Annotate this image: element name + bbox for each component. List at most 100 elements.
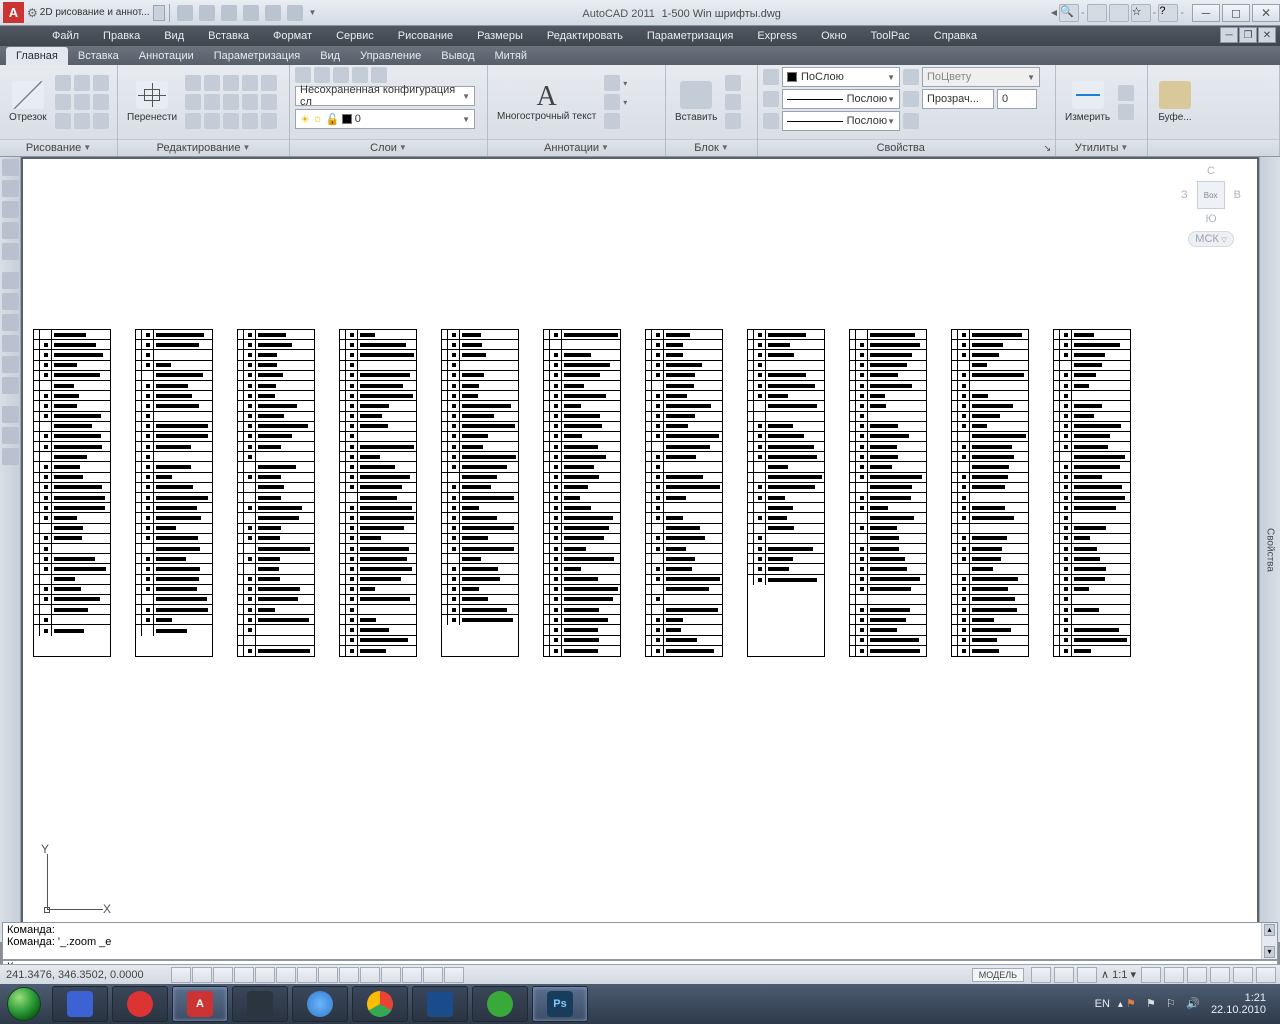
layer-iso-icon[interactable]	[333, 67, 349, 83]
polar-toggle[interactable]	[234, 967, 254, 983]
language-indicator[interactable]: EN	[1087, 998, 1118, 1010]
tab-output[interactable]: Вывод	[431, 47, 484, 65]
transparency-icon[interactable]	[903, 91, 919, 107]
fillet-icon[interactable]	[223, 94, 239, 110]
rotate-icon[interactable]	[204, 75, 220, 91]
tool-find[interactable]	[2, 201, 19, 218]
isolate-objects[interactable]	[1233, 967, 1253, 983]
tool-tcase[interactable]	[2, 448, 19, 465]
layer-off-icon[interactable]	[371, 67, 387, 83]
region-icon[interactable]	[93, 113, 109, 129]
lwt-toggle[interactable]	[360, 967, 380, 983]
taskbar-wordpad[interactable]	[52, 986, 108, 1022]
subscription-icon[interactable]	[1109, 4, 1129, 22]
taskbar-opera[interactable]	[112, 986, 168, 1022]
tray-notification-icon[interactable]: ⚑	[1126, 997, 1140, 1011]
stretch-icon[interactable]	[185, 113, 201, 129]
taskbar-itunes[interactable]	[292, 986, 348, 1022]
3dosnap-toggle[interactable]	[276, 967, 296, 983]
tool-zoom-window[interactable]	[2, 159, 19, 176]
menu-dimension[interactable]: Размеры	[465, 26, 535, 46]
save-icon[interactable]	[221, 5, 237, 21]
tool-pan[interactable]	[2, 180, 19, 197]
anno-scale[interactable]: ∧ 1:1 ▾	[1099, 968, 1138, 981]
print-icon[interactable]	[287, 5, 303, 21]
app-logo[interactable]: A	[3, 2, 24, 23]
model-space-indicator[interactable]: МОДЕЛЬ	[972, 968, 1024, 982]
panel-props-title[interactable]: Свойства↘	[758, 139, 1055, 156]
trim-icon[interactable]	[223, 75, 239, 91]
start-button[interactable]	[0, 984, 48, 1024]
menu-help[interactable]: Справка	[922, 26, 989, 46]
menu-modify[interactable]: Редактировать	[535, 26, 635, 46]
move-button[interactable]: Перенести	[123, 79, 181, 125]
color-combo[interactable]: ПоСлою▼	[782, 67, 900, 87]
plotstyle-icon[interactable]	[903, 69, 919, 85]
menu-express[interactable]: Express	[745, 26, 809, 46]
tool-qtext[interactable]	[2, 243, 19, 260]
doc-close[interactable]: ✕	[1258, 27, 1276, 43]
measure-button[interactable]: Измерить	[1061, 79, 1114, 125]
circle-icon[interactable]	[74, 75, 90, 91]
quickview-drawings[interactable]	[1054, 967, 1074, 983]
edit-block-icon[interactable]	[725, 94, 741, 110]
panel-edit-title[interactable]: Редактирование▼	[118, 139, 289, 156]
tab-view[interactable]: Вид	[310, 47, 350, 65]
mtext-button[interactable]: A Многострочный текст	[493, 81, 600, 124]
paste-button[interactable]: Буфе...	[1153, 79, 1197, 125]
ellipse-icon[interactable]	[74, 94, 90, 110]
view-cube[interactable]: С ЗВохВ Ю МСК ▽	[1181, 165, 1241, 247]
spline-icon[interactable]	[55, 113, 71, 129]
chamfer-icon[interactable]	[242, 94, 258, 110]
ortho-toggle[interactable]	[213, 967, 233, 983]
taskbar-utorrent[interactable]	[472, 986, 528, 1022]
point-icon[interactable]	[74, 113, 90, 129]
clean-screen[interactable]	[1256, 967, 1276, 983]
tool-breakline[interactable]	[2, 356, 19, 373]
select-all-icon[interactable]	[1118, 85, 1134, 101]
mirror-icon[interactable]	[185, 94, 201, 110]
qp-toggle[interactable]	[402, 967, 422, 983]
create-block-icon[interactable]	[725, 75, 741, 91]
menu-insert[interactable]: Вставка	[196, 26, 261, 46]
attr-edit-icon[interactable]	[725, 113, 741, 129]
annoscale-lock[interactable]	[1077, 967, 1097, 983]
tool-wipeout[interactable]	[2, 314, 19, 331]
menu-file[interactable]: Файл	[40, 26, 91, 46]
quickcalc-icon[interactable]	[1118, 104, 1134, 120]
doc-restore[interactable]: ❐	[1239, 27, 1257, 43]
table-icon[interactable]	[604, 113, 620, 129]
tab-annotate[interactable]: Аннотации	[129, 47, 204, 65]
lineweight-combo[interactable]: Послою▼	[782, 111, 900, 131]
new-icon[interactable]	[177, 5, 193, 21]
tpy-toggle[interactable]	[381, 967, 401, 983]
workspace-selector[interactable]: 2D рисование и аннот...	[38, 7, 154, 18]
tool-align[interactable]	[2, 272, 19, 289]
layer-states-icon[interactable]	[314, 67, 330, 83]
favorites-icon[interactable]: ☆	[1131, 4, 1151, 22]
panel-anno-title[interactable]: Аннотации▼	[488, 139, 665, 156]
hatch-icon[interactable]	[93, 94, 109, 110]
tool-textmask[interactable]	[2, 222, 19, 239]
menu-toolpac[interactable]: ToolPac	[859, 26, 922, 46]
menu-parametric[interactable]: Параметризация	[635, 26, 745, 46]
rectangle-icon[interactable]	[55, 94, 71, 110]
doc-minimize[interactable]: ─	[1220, 27, 1238, 43]
arc-icon[interactable]	[93, 75, 109, 91]
minimize-button[interactable]: ─	[1192, 4, 1220, 22]
otrack-toggle[interactable]	[297, 967, 317, 983]
explode-icon[interactable]	[223, 113, 239, 129]
list-icon[interactable]	[903, 113, 919, 129]
panel-utils-title[interactable]: Утилиты▼	[1056, 139, 1147, 156]
panel-block-title[interactable]: Блок▼	[666, 139, 757, 156]
break-icon[interactable]	[261, 113, 277, 129]
layer-config-combo[interactable]: Несохраненная конфигурация сл▼	[295, 86, 475, 106]
am-toggle[interactable]	[444, 967, 464, 983]
lineweight-icon[interactable]	[763, 113, 779, 129]
snap-toggle[interactable]	[171, 967, 191, 983]
open-icon[interactable]	[199, 5, 215, 21]
tab-manage[interactable]: Управление	[350, 47, 431, 65]
taskbar-autocad[interactable]: A	[172, 986, 228, 1022]
properties-palette-tab[interactable]: Свойства	[1259, 157, 1280, 942]
panel-draw-title[interactable]: Рисование▼	[0, 139, 117, 156]
